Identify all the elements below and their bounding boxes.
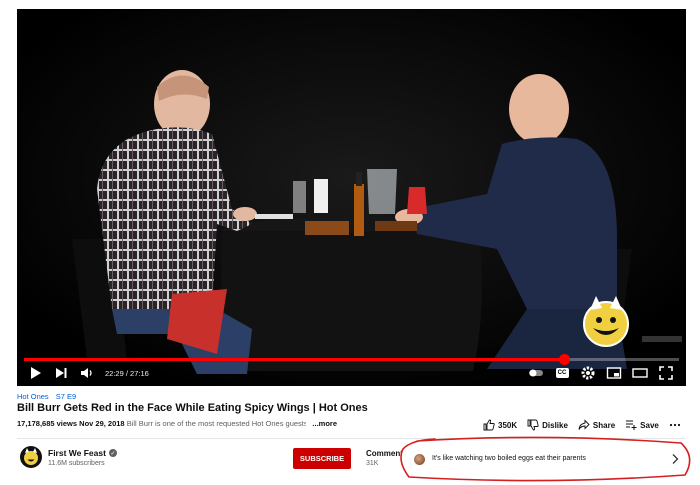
theater-mode-button[interactable] — [628, 361, 652, 385]
miniplayer-icon — [606, 367, 622, 379]
thumbs-down-icon — [527, 419, 539, 431]
fullscreen-button[interactable] — [654, 361, 678, 385]
subtitles-button[interactable]: CC — [550, 361, 574, 385]
gear-icon — [581, 366, 595, 380]
channel-logo — [24, 448, 38, 465]
play-icon — [31, 367, 41, 379]
video-hashtags: Hot Ones S7 E9 — [17, 392, 81, 401]
commenter-avatar — [414, 454, 425, 465]
save-button[interactable]: Save — [625, 419, 659, 431]
video-player[interactable]: 22:29 / 27:16 CC — [17, 9, 686, 386]
hashtag-link[interactable]: Hot Ones — [17, 392, 49, 401]
save-label: Save — [640, 420, 659, 430]
skip-next-icon — [56, 368, 67, 378]
autoplay-toggle-icon — [529, 369, 543, 377]
view-count: 17,178,685 views — [17, 419, 78, 428]
like-count: 350K — [498, 420, 518, 430]
cc-icon: CC — [555, 368, 569, 378]
share-icon — [578, 419, 590, 430]
fullscreen-icon — [659, 366, 673, 380]
channel-avatar[interactable] — [20, 446, 42, 468]
video-info-line[interactable]: 17,178,685 views Nov 29, 2018 Bill Burr … — [17, 419, 337, 428]
section-divider — [17, 438, 686, 439]
share-label: Share — [592, 420, 616, 430]
more-vert-icon — [669, 423, 680, 427]
theater-mode-icon — [632, 368, 648, 378]
thumbs-up-icon — [483, 419, 495, 431]
video-actions: 350K Dislike Share Save — [483, 419, 681, 431]
comment-teaser-text: It's like watching two boiled eggs eat t… — [432, 455, 586, 462]
hashtag-link[interactable]: S7 E9 — [56, 392, 76, 401]
verified-badge-icon: ✓ — [108, 449, 117, 457]
subscriber-count: 11.6M subscribers — [48, 460, 105, 467]
playlist-add-icon — [626, 420, 637, 430]
volume-button[interactable] — [75, 361, 99, 385]
miniplayer-button[interactable] — [602, 361, 626, 385]
subscribe-button[interactable]: SUBSCRIBE — [293, 448, 351, 469]
chevron-right-icon[interactable] — [668, 452, 682, 466]
channel-watermark-logo[interactable] — [576, 290, 686, 352]
play-button[interactable] — [23, 361, 47, 385]
autoplay-toggle[interactable] — [524, 361, 548, 385]
dislike-button[interactable]: Dislike — [527, 419, 568, 431]
comments-count: 31K — [366, 460, 379, 467]
player-controls: 22:29 / 27:16 CC — [17, 360, 686, 386]
channel-name[interactable]: First We Feast ✓ — [48, 448, 117, 458]
channel-name-text: First We Feast — [48, 448, 106, 458]
settings-button[interactable] — [576, 361, 600, 385]
upload-date: Nov 29, 2018 — [79, 419, 125, 428]
like-button[interactable]: 350K — [483, 419, 517, 431]
more-actions-button[interactable] — [669, 419, 681, 431]
show-more-link[interactable]: ...more — [306, 419, 337, 428]
volume-icon — [81, 368, 92, 378]
description-snippet: Bill Burr is one of the most requested H… — [126, 419, 316, 428]
comment-teaser[interactable]: It's like watching two boiled eggs eat t… — [402, 442, 692, 478]
video-title: Bill Burr Gets Red in the Face While Eat… — [17, 402, 368, 414]
share-button[interactable]: Share — [578, 419, 615, 431]
time-display: 22:29 / 27:16 — [105, 368, 149, 378]
dislike-label: Dislike — [542, 420, 568, 430]
next-button[interactable] — [49, 361, 73, 385]
